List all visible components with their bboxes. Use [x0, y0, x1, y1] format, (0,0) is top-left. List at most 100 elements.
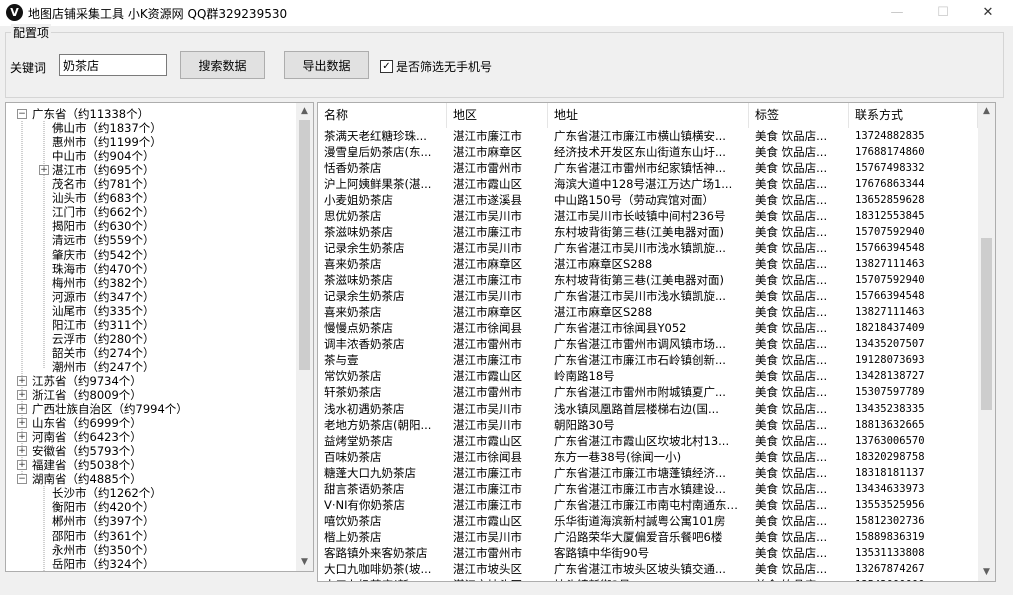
cell-contact[interactable]: 15766394548: [849, 240, 978, 256]
cell-contact[interactable]: 13435238335: [849, 401, 978, 417]
region-tree[interactable]: − 广东省（约11338个） 佛山市（约1837个） 惠州市（约1199个） 中山市（约…: [5, 102, 314, 572]
cell-tag[interactable]: 美食 饮品店...: [749, 352, 849, 368]
cell-name[interactable]: 大口九咖啡奶茶(坡...: [318, 561, 447, 577]
cell-address[interactable]: 广东省湛江市雷州市调风镇市场...: [548, 336, 749, 352]
cell-tag[interactable]: 美食 饮品店...: [749, 561, 849, 577]
results-grid[interactable]: 名称 地区 地址 标签 联系方式 茶满天老红糖珍珠... 湛江市廉江市 广东省湛江市…: [317, 102, 996, 582]
table-row[interactable]: 茶滋味奶茶店 湛江市廉江市 东村坡背街第三巷(江美电器对面) 美食 饮品店... 157…: [318, 272, 978, 288]
cell-tag[interactable]: 美食 饮品店...: [749, 401, 849, 417]
cell-name[interactable]: 老地方奶茶店(朝阳...: [318, 417, 447, 433]
tree-item-province[interactable]: 安徽省（约5793个）: [32, 444, 142, 458]
cell-region[interactable]: 湛江市徐闻县: [447, 320, 548, 336]
table-row[interactable]: 楷上奶茶店 湛江市吴川市 广沿路荣华大厦偏爱音乐餐吧6楼 美食 饮品店... 15889…: [318, 529, 978, 545]
table-row[interactable]: 轩茶奶茶店 湛江市雷州市 广东省湛江市雷州市附城镇夏广... 美食 饮品店... 153…: [318, 384, 978, 400]
cell-region[interactable]: 湛江市霞山区: [447, 433, 548, 449]
tree-item-city[interactable]: 汕尾市（约335个）: [52, 304, 154, 318]
grid-scroll-thumb[interactable]: [981, 238, 992, 410]
cell-address[interactable]: 客路镇中华街90号: [548, 545, 749, 561]
tree-expander-icon[interactable]: −: [17, 109, 27, 119]
cell-name[interactable]: 轩茶奶茶店: [318, 384, 447, 400]
cell-address[interactable]: 湛江市吴川市长岐镇中间村236号: [548, 208, 749, 224]
cell-tag[interactable]: 美食 饮品店...: [749, 208, 849, 224]
tree-item-city[interactable]: 常德市（约295个）: [52, 571, 154, 572]
cell-contact[interactable]: 13763006570: [849, 433, 978, 449]
grid-scrollbar[interactable]: ▲ ▼: [978, 103, 995, 581]
tree-item-city[interactable]: 梅州市（约382个）: [52, 276, 154, 290]
cell-address[interactable]: 浅水镇凤凰路首层楼梯右边(国...: [548, 401, 749, 417]
cell-address[interactable]: 广东省湛江市徐闻县Y052: [548, 320, 749, 336]
tree-item-province[interactable]: 广东省（约11338个）: [32, 107, 149, 121]
cell-contact[interactable]: 13652859628: [849, 192, 978, 208]
cell-name[interactable]: V·NI有你奶茶店: [318, 497, 447, 513]
cell-name[interactable]: 茶满天老红糖珍珠...: [318, 128, 447, 144]
cell-region[interactable]: 湛江市吴川市: [447, 240, 548, 256]
cell-name[interactable]: 调丰浓香奶茶店: [318, 336, 447, 352]
cell-region[interactable]: 湛江市廉江市: [447, 465, 548, 481]
cell-address[interactable]: 经济技术开发区东山街道东山圩...: [548, 144, 749, 160]
cell-contact[interactable]: 13434633973: [849, 481, 978, 497]
cell-tag[interactable]: 美食 饮品店...: [749, 160, 849, 176]
cell-region[interactable]: 湛江市吴川市: [447, 288, 548, 304]
cell-tag[interactable]: 美食 饮品店...: [749, 336, 849, 352]
cell-address[interactable]: 岭南路18号: [548, 368, 749, 384]
cell-contact[interactable]: 17688174860: [849, 144, 978, 160]
cell-contact[interactable]: 15812302736: [849, 513, 978, 529]
tree-item-city[interactable]: 茂名市（约781个）: [52, 177, 154, 191]
table-row[interactable]: 益烤堂奶茶店 湛江市霞山区 广东省湛江市霞山区坎坡北村13... 美食 饮品店... 1…: [318, 433, 978, 449]
tree-item-city[interactable]: 衡阳市（约420个）: [52, 500, 154, 514]
tree-expander-icon[interactable]: +: [17, 432, 27, 443]
tree-item-city[interactable]: 清远市（约559个）: [52, 233, 154, 247]
cell-contact[interactable]: 15707592940: [849, 224, 978, 240]
table-row[interactable]: 小麦姐奶茶店 湛江市遂溪县 中山路150号（劳动宾馆对面） 美食 饮品店... 1365…: [318, 192, 978, 208]
table-row[interactable]: 恬香奶茶店 湛江市雷州市 广东省湛江市雷州市纪家镇恬神... 美食 饮品店... 157…: [318, 160, 978, 176]
table-row[interactable]: 老地方奶茶店(朝阳... 湛江市吴川市 朝阳路30号 美食 饮品店... 1881363…: [318, 417, 978, 433]
column-header-region[interactable]: 地区: [447, 103, 548, 128]
cell-name[interactable]: 记录余生奶茶店: [318, 240, 447, 256]
cell-name[interactable]: 浅水初遇奶茶店: [318, 401, 447, 417]
cell-tag[interactable]: 美食 饮品店...: [749, 144, 849, 160]
cell-address[interactable]: 广东省湛江市廉江市南屯村南通东路28号: [548, 497, 749, 513]
tree-item-city[interactable]: 江门市（约662个）: [52, 205, 154, 219]
tree-expander-icon[interactable]: +: [17, 446, 27, 457]
tree-item-city[interactable]: 长沙市（约1262个）: [52, 486, 162, 500]
cell-contact[interactable]: 18320298758: [849, 449, 978, 465]
cell-address[interactable]: 东村坡背街第三巷(江美电器对面): [548, 224, 749, 240]
cell-region[interactable]: 湛江市雷州市: [447, 160, 548, 176]
tree-item-province[interactable]: 广西壮族自治区（约7994个）: [32, 402, 188, 416]
cell-region[interactable]: 湛江市霞山区: [447, 513, 548, 529]
cell-address[interactable]: 广沿路荣华大厦偏爱音乐餐吧6楼: [548, 529, 749, 545]
cell-tag[interactable]: 美食 饮品店...: [749, 240, 849, 256]
cell-address[interactable]: 广东省湛江市廉江市横山镇横安...: [548, 128, 749, 144]
table-row[interactable]: 茶满天老红糖珍珠... 湛江市廉江市 广东省湛江市廉江市横山镇横安... 美食 饮品店…: [318, 128, 978, 144]
tree-item-city[interactable]: 汕头市（约683个）: [52, 191, 154, 205]
tree-expander-icon[interactable]: +: [17, 460, 27, 471]
table-row[interactable]: 浅水初遇奶茶店 湛江市吴川市 浅水镇凤凰路首层楼梯右边(国... 美食 饮品店... 1…: [318, 401, 978, 417]
cell-tag[interactable]: 美食 饮品店...: [749, 513, 849, 529]
cell-tag[interactable]: 美食 饮品店...: [749, 417, 849, 433]
cell-name[interactable]: 常饮奶茶店: [318, 368, 447, 384]
tree-item-city[interactable]: 阳江市（约311个）: [52, 318, 154, 332]
cell-region[interactable]: 湛江市雷州市: [447, 384, 548, 400]
cell-tag[interactable]: 美食 饮品店...: [749, 368, 849, 384]
cell-region[interactable]: 湛江市霞山区: [447, 176, 548, 192]
cell-name[interactable]: 嘻饮奶茶店: [318, 513, 447, 529]
cell-tag[interactable]: 美食 饮品店...: [749, 176, 849, 192]
cell-name[interactable]: 沪上阿姨鲜果茶(湛...: [318, 176, 447, 192]
keyword-input[interactable]: [59, 54, 167, 76]
cell-region[interactable]: 湛江市廉江市: [447, 497, 548, 513]
cell-contact[interactable]: 13724882835: [849, 128, 978, 144]
table-row[interactable]: 调丰浓香奶茶店 湛江市雷州市 广东省湛江市雷州市调风镇市场... 美食 饮品店... 1…: [318, 336, 978, 352]
cell-address[interactable]: 广东省湛江市廉江市石岭镇创新...: [548, 352, 749, 368]
cell-region[interactable]: 湛江市吴川市: [447, 401, 548, 417]
table-row[interactable]: 慢慢点奶茶店 湛江市徐闻县 广东省湛江市徐闻县Y052 美食 饮品店... 182184…: [318, 320, 978, 336]
cell-region[interactable]: 湛江市廉江市: [447, 272, 548, 288]
cell-address[interactable]: 广东省湛江市坡头区坡头镇交通...: [548, 561, 749, 577]
tree-scroll-thumb[interactable]: [299, 120, 310, 370]
tree-expander-icon[interactable]: +: [39, 165, 49, 176]
cell-contact[interactable]: 19128073693: [849, 352, 978, 368]
cell-region[interactable]: 湛江市廉江市: [447, 481, 548, 497]
cell-region[interactable]: 湛江市霞山区: [447, 368, 548, 384]
cell-contact[interactable]: 15767498332: [849, 160, 978, 176]
cell-address[interactable]: 湛江市麻章区S288: [548, 256, 749, 272]
table-row[interactable]: 茶滋味奶茶店 湛江市廉江市 东村坡背街第三巷(江美电器对面) 美食 饮品店... 157…: [318, 224, 978, 240]
